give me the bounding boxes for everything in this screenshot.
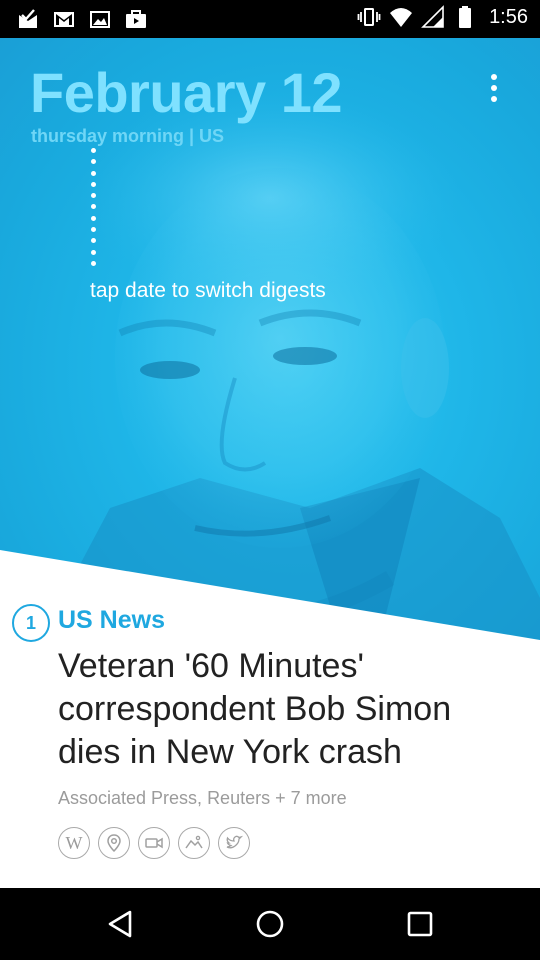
twitter-bird-glyph: [226, 835, 244, 849]
hint-dot: [90, 204, 96, 210]
video-icon[interactable]: [138, 827, 170, 859]
signal-icon: [421, 5, 444, 28]
home-circle-glyph: [256, 910, 284, 938]
battery-icon: [459, 6, 472, 28]
home-icon[interactable]: [250, 906, 290, 942]
hint-dot: [90, 215, 96, 221]
menu-dot: [491, 85, 497, 91]
image-icon[interactable]: [178, 827, 210, 859]
location-icon[interactable]: [98, 827, 130, 859]
wifi-icon: [390, 8, 413, 27]
back-icon[interactable]: [100, 906, 140, 942]
system-icons: 1:56: [357, 5, 528, 29]
clock: 1:56: [489, 5, 528, 28]
story-headline[interactable]: Veteran '60 Minutes' correspondent Bob S…: [58, 645, 508, 774]
hint-dot: [90, 159, 96, 165]
hint-dotted-line: [90, 148, 96, 266]
menu-dot: [491, 74, 497, 80]
story-sources[interactable]: Associated Press, Reuters + 7 more: [58, 788, 347, 809]
overflow-menu-icon[interactable]: [480, 68, 508, 108]
video-camera-glyph: [145, 837, 163, 849]
hint-dot: [90, 181, 96, 187]
digest-hero: February 12 thursday morning | US tap da…: [0, 38, 540, 640]
status-bar: 1:56: [0, 0, 540, 38]
hint-dot: [90, 249, 96, 255]
recents-icon[interactable]: [400, 906, 440, 942]
story-actions: W: [58, 827, 250, 859]
location-pin-glyph: [107, 834, 121, 853]
switch-digest-hint: tap date to switch digests: [90, 279, 326, 302]
recents-square-glyph: [407, 911, 433, 937]
hint-dot: [90, 170, 96, 176]
hint-dot: [90, 227, 96, 233]
mountain-image-glyph: [185, 835, 203, 849]
digest-subtitle[interactable]: thursday morning | US: [31, 126, 224, 147]
wikipedia-w-glyph: W: [65, 832, 83, 853]
hint-dot: [90, 260, 96, 266]
image-icon: [90, 11, 110, 28]
wikipedia-icon[interactable]: W: [58, 827, 90, 859]
story-category[interactable]: US News: [58, 606, 165, 635]
notification-icons: [16, 7, 148, 31]
gmail-icon: [54, 12, 74, 27]
twitter-icon[interactable]: [218, 827, 250, 859]
mail-check-icon: [19, 9, 37, 28]
digest-date[interactable]: February 12: [30, 60, 343, 125]
vibrate-icon: [357, 8, 381, 26]
store-icon: [126, 10, 146, 28]
hint-dot: [90, 193, 96, 199]
hint-dot: [90, 238, 96, 244]
navigation-bar: [0, 888, 540, 960]
back-triangle-glyph: [108, 910, 132, 938]
hint-dot: [90, 148, 96, 153]
menu-dot: [491, 96, 497, 102]
